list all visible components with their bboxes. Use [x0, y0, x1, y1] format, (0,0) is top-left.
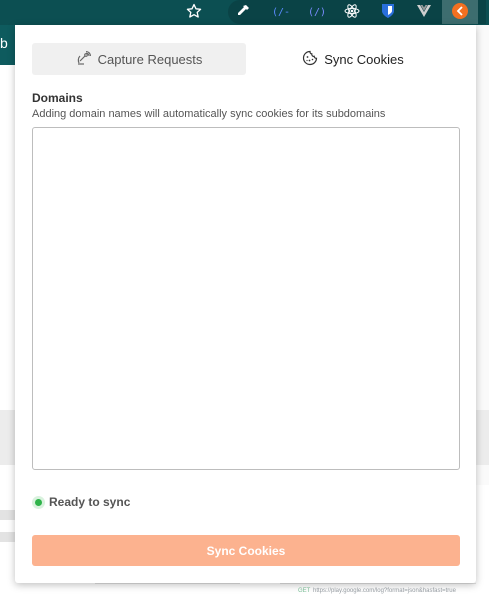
- star-icon[interactable]: [183, 0, 205, 22]
- api-icon[interactable]: (/-): [269, 0, 291, 22]
- svg-text:(/-): (/-): [272, 7, 289, 18]
- domains-description: Adding domain names will automatically s…: [32, 108, 386, 120]
- page-element: [0, 510, 15, 520]
- cookie-icon: [302, 50, 318, 69]
- page-element: [0, 532, 15, 542]
- react-icon[interactable]: [341, 0, 363, 22]
- vue-icon[interactable]: [413, 0, 435, 22]
- tab-capture-requests[interactable]: Capture Requests: [32, 43, 246, 75]
- popup-tabs: Capture Requests Sync Cookies: [32, 43, 460, 75]
- sync-cookies-button[interactable]: Sync Cookies: [32, 535, 460, 566]
- page-element: [95, 583, 240, 584]
- page-request-method: GET: [298, 588, 311, 594]
- domains-input[interactable]: [32, 127, 460, 470]
- api-icon-2[interactable]: (/): [305, 0, 327, 22]
- status-text: Ready to sync: [49, 495, 131, 509]
- page-tab-fragment: b: [0, 35, 8, 51]
- status-dot-icon: [35, 498, 42, 506]
- eyedropper-icon[interactable]: [232, 0, 254, 22]
- page-tab-strip: b: [0, 25, 15, 65]
- page-request-url: https://play.google.com/log?format=json&…: [313, 588, 456, 594]
- capture-extension-icon[interactable]: [449, 0, 471, 22]
- tab-label: Capture Requests: [97, 51, 203, 67]
- tab-label: Sync Cookies: [324, 51, 404, 67]
- extension-popup: Capture Requests Sync Cookies Domains Ad…: [15, 25, 476, 583]
- page-element: [280, 583, 476, 584]
- satellite-icon: [76, 50, 92, 69]
- svg-text:(/): (/): [308, 7, 325, 18]
- bitwarden-icon[interactable]: [377, 0, 399, 22]
- tab-sync-cookies[interactable]: Sync Cookies: [246, 43, 460, 75]
- domains-title: Domains: [32, 91, 83, 105]
- browser-toolbar: (/-) (/): [0, 0, 489, 25]
- sync-status: Ready to sync: [35, 495, 130, 509]
